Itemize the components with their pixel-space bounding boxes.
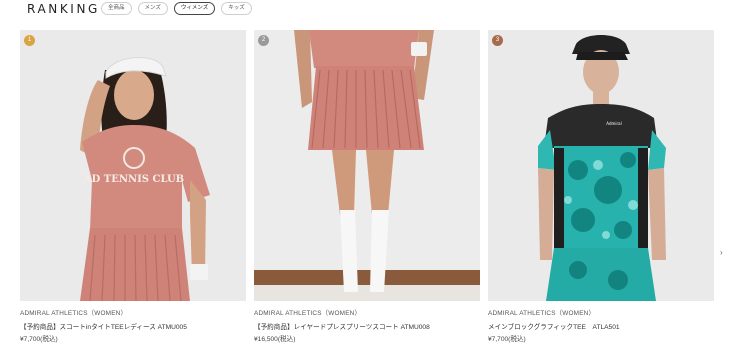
product-photo-graphic-tee: Admiral — [488, 30, 714, 301]
product-image-3[interactable]: 3 Admiral — [488, 30, 714, 301]
product-name[interactable]: 【予約商品】スコートinタイトTEEレディース ATMU005 — [20, 321, 187, 331]
tab-mens[interactable]: メンズ — [137, 2, 168, 15]
product-card-1[interactable]: 1 AD TENNIS CLUB ADMIRAL ATHLETICS（WOMEN… — [20, 30, 246, 343]
ranking-header: RANKING 全商品 メンズ ウィメンズ キッズ — [0, 0, 730, 22]
tab-all[interactable]: 全商品 — [101, 2, 132, 15]
product-photo-women-pink-set: AD TENNIS CLUB — [20, 30, 246, 301]
product-price: ¥7,700(税込) — [20, 336, 58, 343]
tab-kids[interactable]: キッズ — [221, 2, 252, 15]
category-tabs: 全商品 メンズ ウィメンズ キッズ — [101, 2, 252, 15]
shirt-print-1: AD TENNIS CLUB — [83, 174, 184, 185]
rank-badge: 3 — [492, 35, 503, 46]
product-price: ¥7,700(税込) — [488, 336, 526, 343]
shirt-print-3: Admiral — [606, 121, 621, 126]
product-brand: ADMIRAL ATHLETICS（WOMEN） — [20, 310, 128, 317]
page-title: RANKING — [27, 2, 100, 16]
tab-womens[interactable]: ウィメンズ — [173, 2, 216, 15]
product-image-1[interactable]: 1 AD TENNIS CLUB — [20, 30, 246, 301]
product-brand: ADMIRAL ATHLETICS（WOMEN） — [488, 310, 596, 317]
product-name[interactable]: 【予約商品】レイヤードプレスプリーツスコート ATMU008 — [254, 321, 430, 331]
carousel-next-icon[interactable]: › — [720, 248, 723, 257]
rank-badge: 1 — [24, 35, 35, 46]
product-image-2[interactable]: 2 — [254, 30, 480, 301]
product-card-3[interactable]: 3 Admiral ADMIRAL ATHLETICS（WOMEN） メインブロ… — [488, 30, 714, 343]
product-photo-pleated-skort — [254, 30, 480, 301]
product-price: ¥16,500(税込) — [254, 336, 296, 343]
product-card-2[interactable]: 2 ADMIRAL ATHLETICS（WOMEN） 【予約商品】レイヤードプレ… — [254, 30, 480, 343]
product-brand: ADMIRAL ATHLETICS（WOMEN） — [254, 310, 362, 317]
product-name[interactable]: メインブロックグラフィックTEE ATLA501 — [488, 321, 620, 331]
rank-badge: 2 — [258, 35, 269, 46]
